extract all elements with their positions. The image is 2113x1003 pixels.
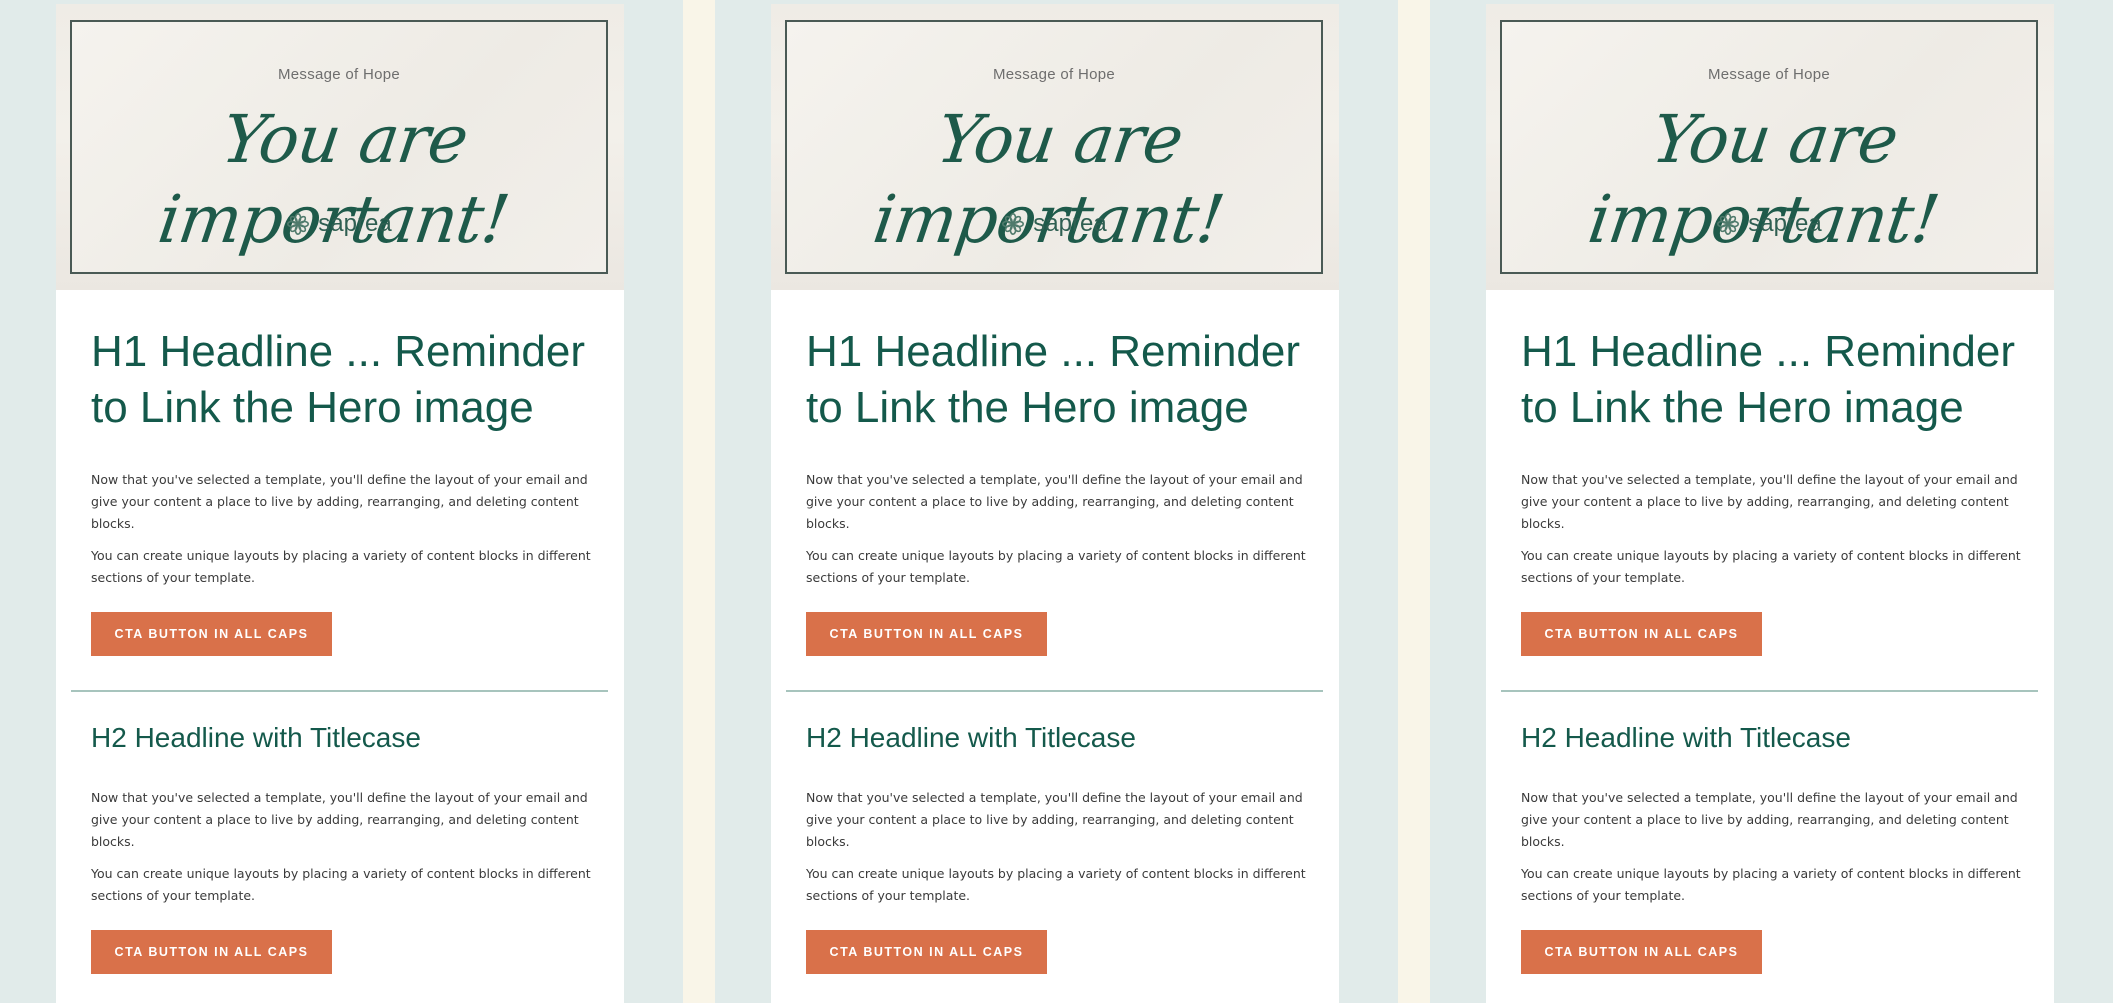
- body-paragraph: You can create unique layouts by placing…: [1521, 866, 2021, 903]
- flower-icon: [287, 213, 310, 235]
- section-divider: [786, 690, 1323, 692]
- body-paragraph: Now that you've selected a template, you…: [91, 790, 588, 849]
- brand-name: saprea: [1033, 210, 1107, 237]
- body-paragraph: Now that you've selected a template, you…: [1521, 790, 2018, 849]
- h1-headline: H1 Headline ... Reminder to Link the Her…: [1521, 327, 2016, 432]
- cta-button[interactable]: CTA BUTTON IN ALL CAPS: [1521, 930, 1762, 974]
- body-paragraph: Now that you've selected a template, you…: [91, 472, 588, 531]
- email-card: Message of Hope You are important! sapre…: [771, 4, 1339, 1003]
- hero-image[interactable]: Message of Hope You are important! sapre…: [56, 4, 624, 290]
- h2-headline: H2 Headline with Titlecase: [806, 722, 1136, 753]
- hero-frame: Message of Hope You are important! sapre…: [70, 20, 608, 274]
- body-paragraph: You can create unique layouts by placing…: [91, 548, 591, 585]
- body-paragraph: You can create unique layouts by placing…: [91, 866, 591, 903]
- cta-button[interactable]: CTA BUTTON IN ALL CAPS: [1521, 612, 1762, 656]
- h2-headline: H2 Headline with Titlecase: [91, 722, 421, 753]
- h2-headline: H2 Headline with Titlecase: [1521, 722, 1851, 753]
- flower-icon: [1002, 213, 1025, 235]
- email-card: Message of Hope You are important! sapre…: [1486, 4, 2054, 1003]
- body-paragraph: Now that you've selected a template, you…: [806, 472, 1303, 531]
- email-preview-panel: Message of Hope You are important! sapre…: [0, 0, 683, 1003]
- section-divider: [1501, 690, 2038, 692]
- hero-frame: Message of Hope You are important! sapre…: [785, 20, 1323, 274]
- brand-name: saprea: [318, 210, 392, 237]
- hero-image[interactable]: Message of Hope You are important! sapre…: [1486, 4, 2054, 290]
- cta-button[interactable]: CTA BUTTON IN ALL CAPS: [806, 930, 1047, 974]
- hero-image[interactable]: Message of Hope You are important! sapre…: [771, 4, 1339, 290]
- brand-logo: saprea: [787, 210, 1321, 238]
- hero-kicker: Message of Hope: [1707, 66, 1831, 83]
- hero-kicker: Message of Hope: [277, 66, 401, 83]
- body-paragraph: You can create unique layouts by placing…: [1521, 548, 2021, 585]
- section-divider: [71, 690, 608, 692]
- hero-frame: Message of Hope You are important! sapre…: [1500, 20, 2038, 274]
- body-paragraph: Now that you've selected a template, you…: [1521, 472, 2018, 531]
- email-card: Message of Hope You are important! sapre…: [56, 4, 624, 1003]
- brand-logo: saprea: [72, 210, 606, 238]
- body-paragraph: Now that you've selected a template, you…: [806, 790, 1303, 849]
- h1-headline: H1 Headline ... Reminder to Link the Her…: [91, 327, 586, 432]
- cta-button[interactable]: CTA BUTTON IN ALL CAPS: [91, 930, 332, 974]
- email-preview-panel: Message of Hope You are important! sapre…: [1430, 0, 2113, 1003]
- body-paragraph: You can create unique layouts by placing…: [806, 548, 1306, 585]
- hero-kicker: Message of Hope: [992, 66, 1116, 83]
- h1-headline: H1 Headline ... Reminder to Link the Her…: [806, 327, 1301, 432]
- brand-name: saprea: [1748, 210, 1822, 237]
- body-paragraph: You can create unique layouts by placing…: [806, 866, 1306, 903]
- email-preview-panel: Message of Hope You are important! sapre…: [715, 0, 1398, 1003]
- cta-button[interactable]: CTA BUTTON IN ALL CAPS: [91, 612, 332, 656]
- cta-button[interactable]: CTA BUTTON IN ALL CAPS: [806, 612, 1047, 656]
- flower-icon: [1717, 213, 1740, 235]
- brand-logo: saprea: [1502, 210, 2036, 238]
